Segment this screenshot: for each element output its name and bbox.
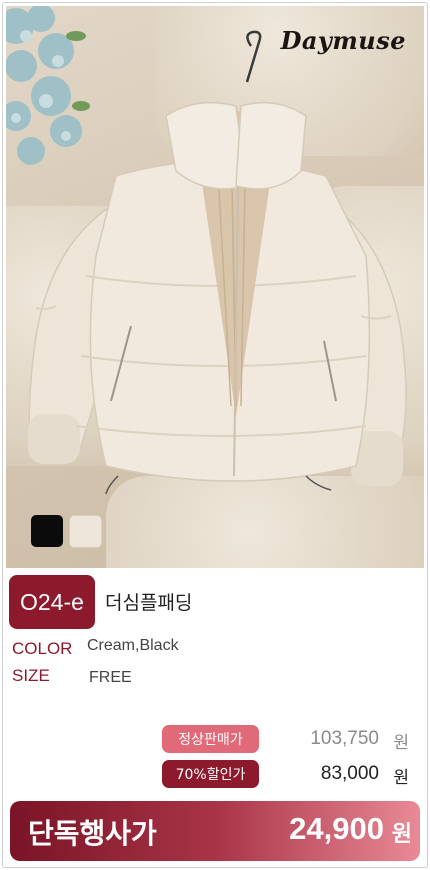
exclusive-price-unit: 원 <box>391 822 412 847</box>
exclusive-label: 단독행사가 <box>28 817 157 850</box>
color-swatch-cream[interactable] <box>69 515 102 548</box>
regular-price: 103,750 <box>310 728 379 749</box>
discount-price-unit: 원 <box>393 768 409 788</box>
product-card[interactable]: Daymuse O24-e 더심플패딩 COLOR Cream,Black SI… <box>2 2 428 868</box>
regular-price-unit: 원 <box>393 733 409 753</box>
product-code-badge: O24-e <box>9 575 95 629</box>
brand-logo: Daymuse <box>280 26 406 55</box>
discount-price: 83,000 <box>320 763 379 784</box>
color-swatch-black[interactable] <box>31 515 63 547</box>
exclusive-price: 24,900 <box>289 811 384 846</box>
product-photo[interactable]: Daymuse <box>6 6 424 568</box>
color-value: Cream,Black <box>87 637 179 654</box>
size-value: FREE <box>89 669 132 686</box>
color-label: COLOR <box>12 639 73 658</box>
exclusive-price-banner[interactable]: 단독행사가 24,900 원 <box>10 801 420 861</box>
size-label: SIZE <box>12 666 50 685</box>
product-name[interactable]: 더심플패딩 <box>105 588 192 615</box>
puffer-jacket-illustration <box>28 30 407 495</box>
